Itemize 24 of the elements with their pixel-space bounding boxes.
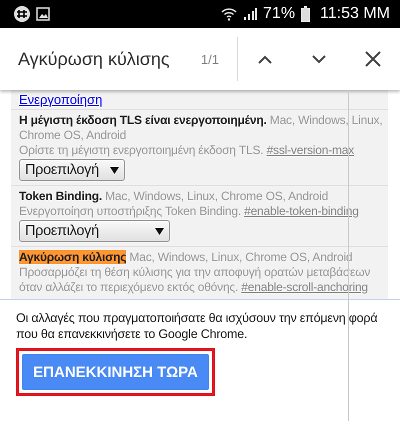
relaunch-message: Οι αλλαγές που πραγματοποιήσατε θα ισχύσουν την επόμενη φορά που θα επανεκκινήσετε το Google Chrome.: [16, 310, 378, 342]
dropdown-caret-icon: [110, 166, 119, 174]
clock: 11:53 ΜΜ: [320, 5, 390, 23]
wifi-icon: [221, 7, 238, 21]
battery-icon: [301, 6, 310, 22]
image-icon: [36, 7, 50, 21]
option-dropdown[interactable]: Προεπιλογή: [19, 220, 170, 242]
match-count: 1/1: [200, 52, 219, 66]
flag-heading: Token Binding. Mac, Windows, Linux, Chrome OS, Android: [19, 189, 330, 204]
signal-icon: [243, 7, 258, 21]
flag-description: Ορίστε τη μέγιστη ενεργοποιημένη έκδοση TLS. #ssl-version-max: [19, 143, 356, 158]
battery-percentage: 71%: [263, 5, 296, 23]
flag-heading: Η μέγιστη έκδοση TLS είναι ενεργοποιημένη. Mac, Windows, Linux, Chrome OS, Android: [19, 113, 384, 143]
find-query[interactable]: Αγκύρωση κύλισης: [18, 48, 201, 70]
flag-description: Προσαρμόζει τη θέση κύλισης για την αποφυγή ορατών μεταβάσεων όταν αλλάζει το περιεχόμενο εκτός οθόνης. #enable-scroll-anchoring: [19, 265, 372, 295]
close-icon: [365, 51, 381, 67]
option-dropdown[interactable]: Προεπιλογή: [19, 159, 125, 181]
dropdown-caret-icon: [155, 228, 164, 234]
chevron-down-icon: [312, 54, 326, 64]
flag-description: Ενεργοποίηση υποστήριξης Token Binding. #enable-token-binding: [19, 204, 360, 219]
flag-heading: Αγκύρωση κύλισης Mac, Windows, Linux, Chrome OS, Android: [19, 250, 354, 265]
notification-icon: [14, 6, 30, 22]
chevron-up-icon: [258, 54, 272, 64]
enable-link[interactable]: Ενεργοποίηση: [19, 93, 102, 107]
